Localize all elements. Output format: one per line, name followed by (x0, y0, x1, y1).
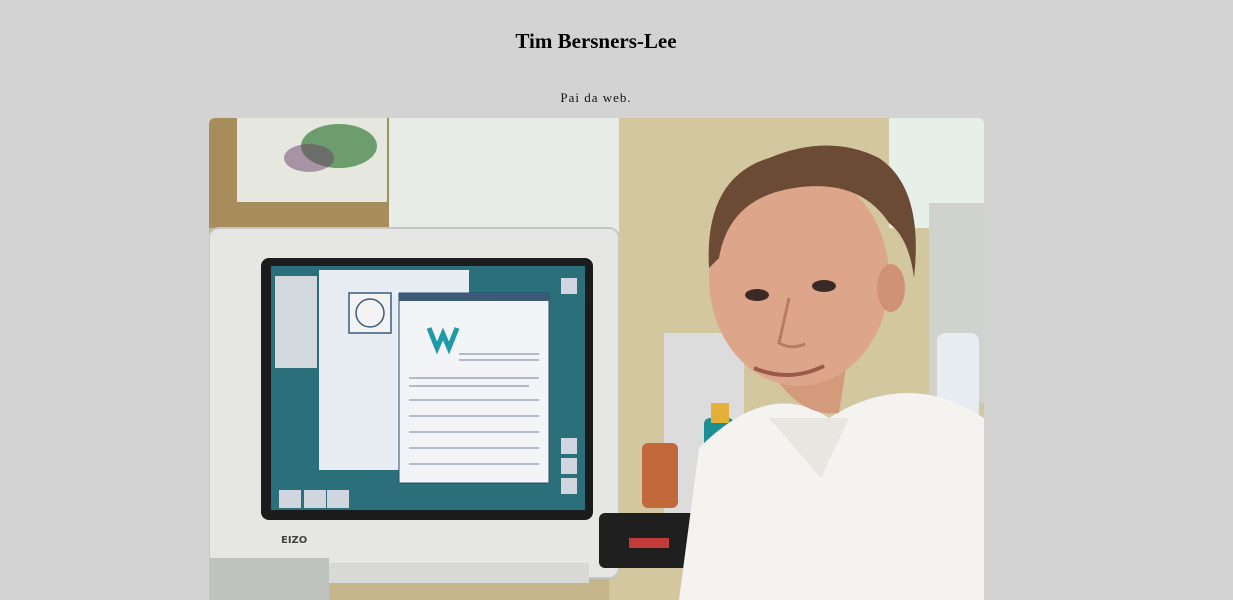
page-title: Tim Bersners-Lee (515, 29, 677, 53)
page-subtitle: Pai da web. (560, 90, 632, 105)
portrait-photo: EIZO (209, 118, 984, 600)
monitor-brand-label: EIZO (281, 535, 307, 546)
computer-monitor: EIZO (209, 227, 620, 600)
page: Tim Bersners-Lee Pai da web. EIZO (0, 0, 1233, 600)
